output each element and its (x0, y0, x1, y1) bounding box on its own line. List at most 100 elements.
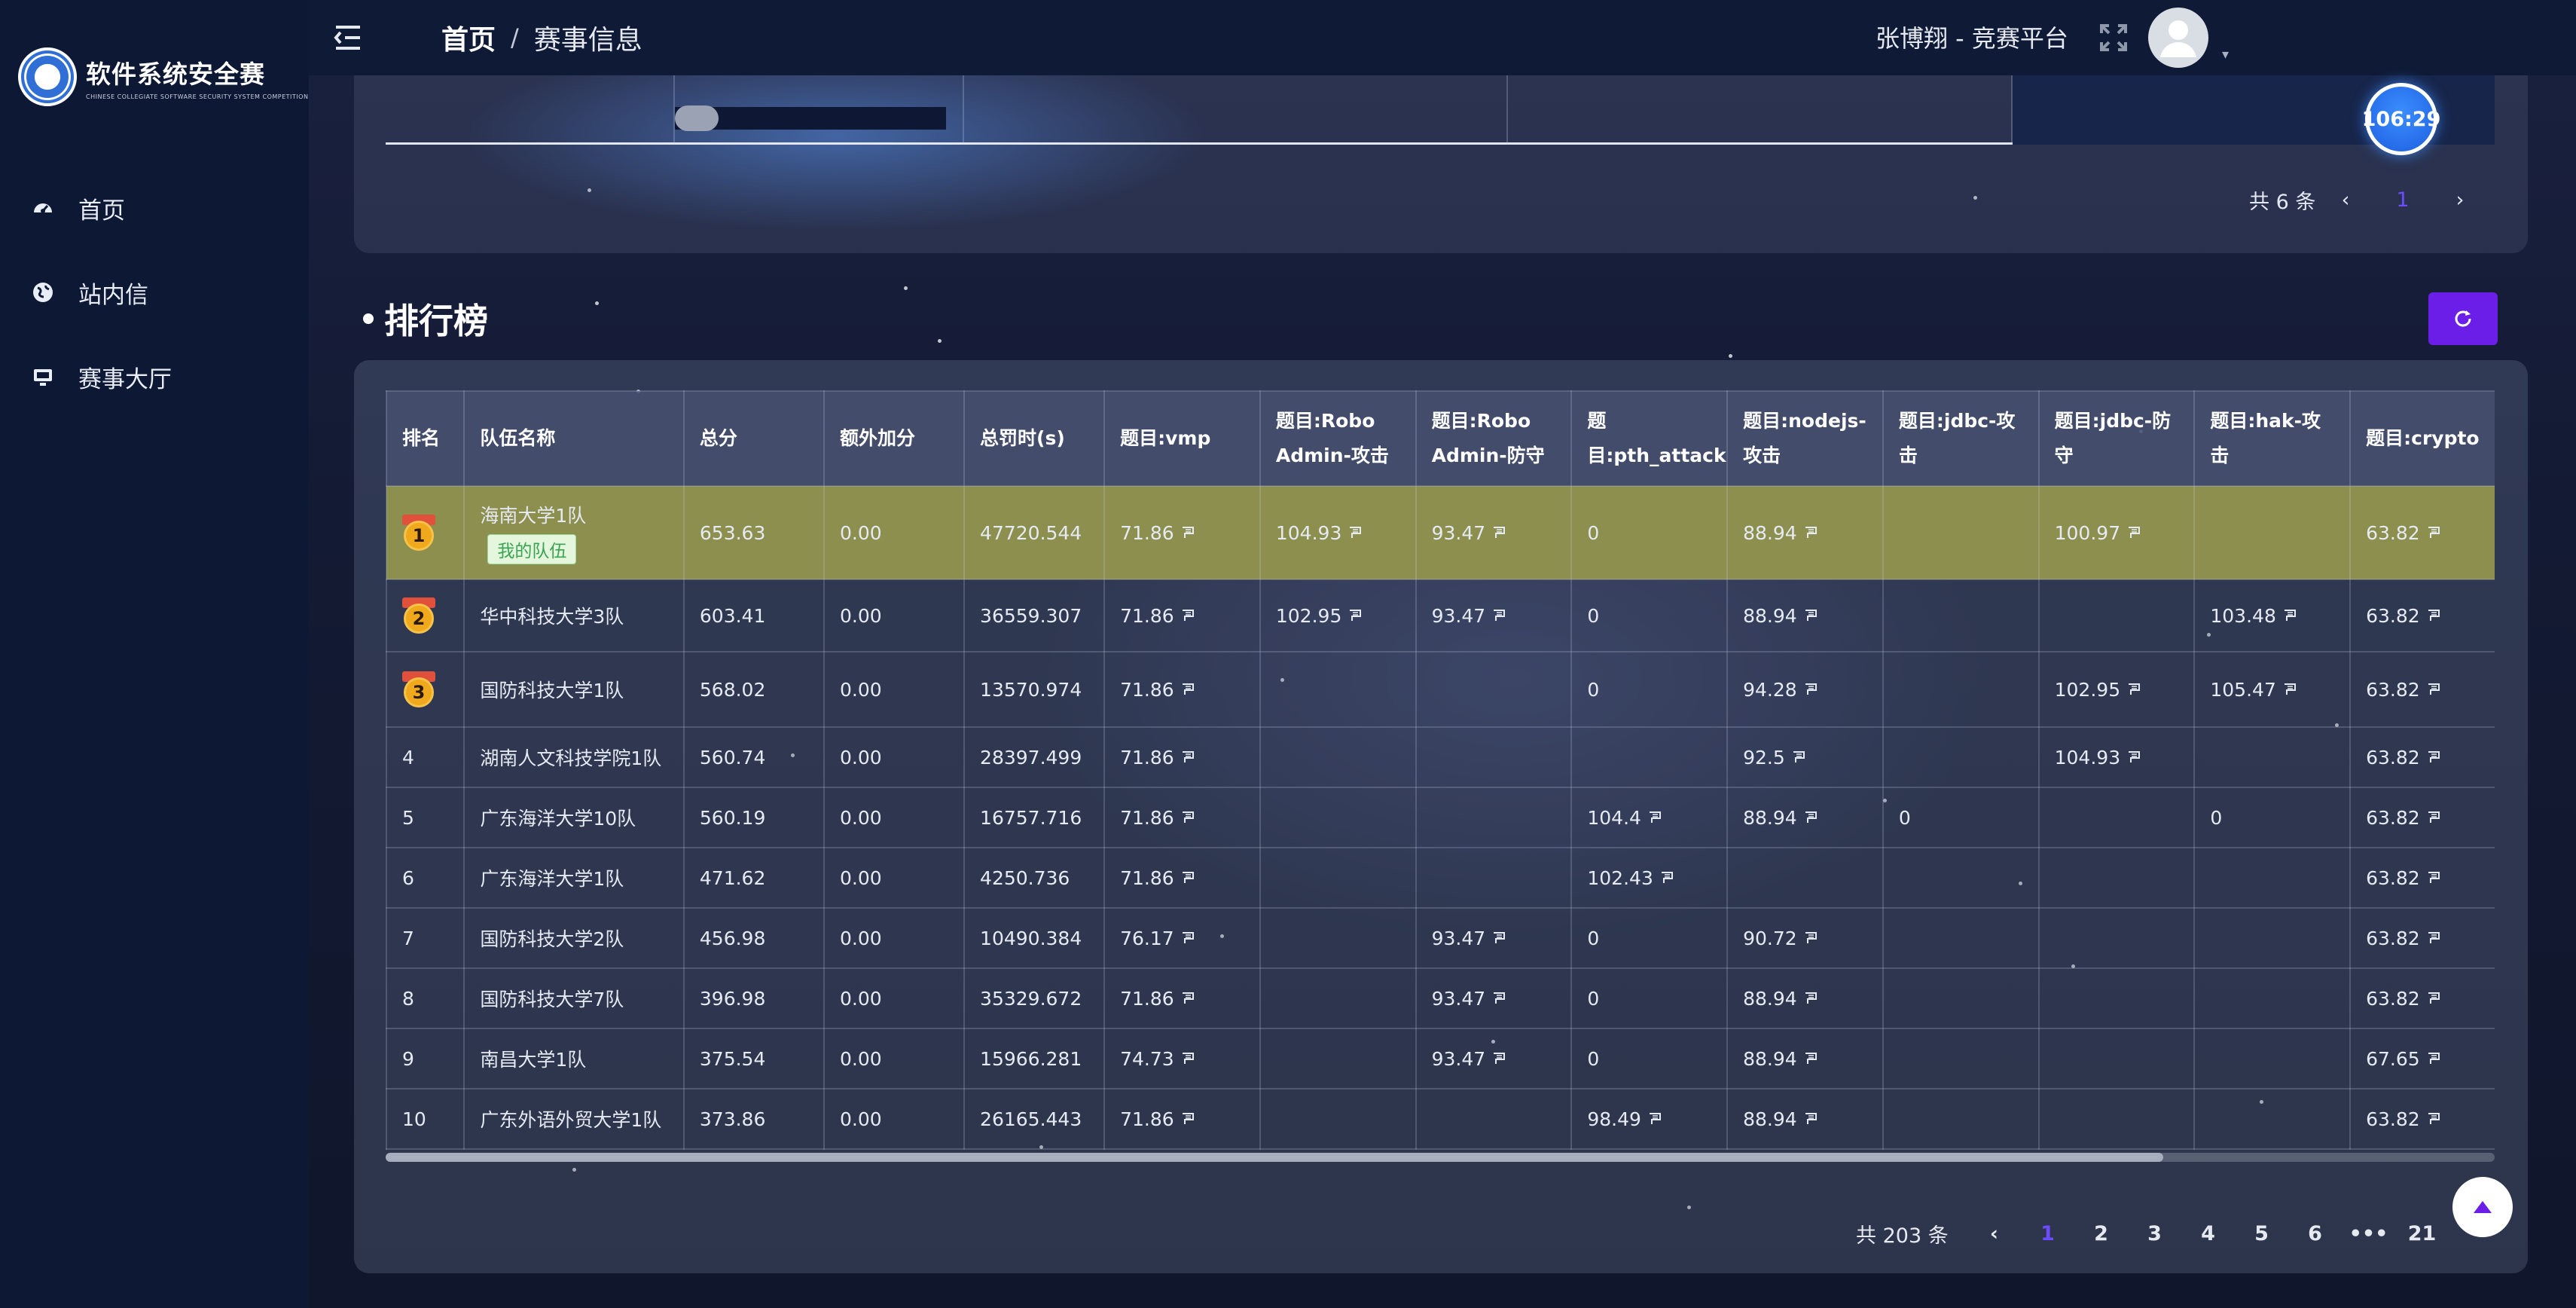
chevron-down-icon[interactable]: ▾ (2222, 47, 2229, 63)
total-score-cell: 603.41 (682, 579, 825, 652)
slider-handle[interactable] (675, 105, 719, 131)
flag-icon (2129, 683, 2141, 695)
challenge-score-cell: 100.97 (2037, 485, 2196, 580)
user-name[interactable]: 张博翔 - 竞赛平台 (1876, 20, 2068, 54)
flag-icon (1805, 932, 1817, 943)
table-row[interactable]: 4 湖南人文科技学院1队 560.74 0.00 28397.499 71.86 92.5 1… (386, 726, 2495, 788)
bonus-cell: 0.00 (823, 651, 966, 728)
sidebar-item-event-hall[interactable]: 赛事大厅 (0, 335, 309, 419)
challenge-score-cell: 104.93 (1259, 485, 1417, 580)
pagination-prev[interactable]: ‹ (1967, 1222, 2021, 1245)
star (1729, 354, 1732, 358)
challenge-score-cell (1259, 1028, 1417, 1089)
table-row[interactable]: 9 南昌大学1队 375.54 0.00 15966.281 74.73 93.47 0 88.… (386, 1028, 2495, 1089)
flag-icon (1182, 932, 1194, 943)
bonus-cell: 0.00 (823, 579, 966, 652)
pagination-ellipsis[interactable]: ••• (2342, 1222, 2395, 1245)
team-name: 海南大学1队 (480, 505, 587, 527)
penalty-cell: 10490.384 (963, 907, 1106, 969)
challenge-score-cell: 71.86 (1103, 847, 1261, 909)
challenge-score-cell (1259, 907, 1417, 969)
table-row[interactable]: 7 国防科技大学2队 456.98 0.00 10490.384 76.17 93.47 0 9… (386, 907, 2495, 969)
pagination-page[interactable]: 5 (2235, 1222, 2288, 1245)
challenge-score-cell: 0 (1570, 907, 1729, 969)
flag-icon (1649, 1113, 1661, 1124)
pagination-page[interactable]: 1 (2374, 188, 2431, 212)
sidebar-item-label: 首页 (78, 197, 125, 225)
pagination-next[interactable]: › (2431, 188, 2489, 212)
flag-icon (1649, 811, 1661, 823)
pagination-page[interactable]: 2 (2074, 1222, 2128, 1245)
leaderboard-table-container[interactable]: 排名 队伍名称 总分 额外加分 总罚时(s) 题目:vmp 题目:Robo Admin-攻击… (386, 390, 2495, 1162)
pagination-page[interactable]: 21 (2395, 1222, 2449, 1245)
total-score-cell: 568.02 (682, 651, 825, 728)
table-row[interactable]: 1 海南大学1队 我的队伍 653.63 0.00 47720.544 71.86 104.9… (386, 485, 2495, 580)
column-header: 题目:pth_attack (1570, 390, 1729, 487)
column-header: 题目:Robo Admin-防守 (1415, 390, 1573, 487)
penalty-cell: 47720.544 (963, 485, 1106, 580)
back-to-top-button[interactable] (2452, 1177, 2513, 1237)
challenge-score-cell: 74.73 (1103, 1028, 1261, 1089)
sidebar-item-label: 赛事大厅 (78, 365, 172, 393)
refresh-icon (2455, 310, 2471, 327)
challenge-score-cell: 63.82 (2349, 726, 2495, 788)
avatar[interactable] (2148, 8, 2208, 68)
total-score-cell: 560.19 (682, 787, 825, 848)
breadcrumb-current: 赛事信息 (533, 25, 642, 56)
challenge-score-cell: 93.47 (1415, 579, 1573, 652)
medal-icon: 2 (402, 597, 435, 634)
pagination-prev[interactable]: ‹ (2317, 188, 2374, 212)
star (904, 286, 908, 290)
challenge-score: 88.94 (1743, 604, 1797, 627)
scrollbar-thumb[interactable] (386, 1153, 2163, 1162)
flag-icon (1805, 610, 1817, 621)
challenge-score-cell (2193, 1088, 2352, 1150)
countdown-timer[interactable]: 106:29 (2362, 83, 2440, 155)
event-info-card (354, 75, 2528, 253)
table-row[interactable]: 10 广东外语外贸大学1队 373.86 0.00 26165.443 71.86 98.4… (386, 1088, 2495, 1150)
table-row[interactable]: 5 广东海洋大学10队 560.19 0.00 16757.716 71.86 104.4 8… (386, 787, 2495, 848)
sidebar-item-home[interactable]: 首页 (0, 166, 309, 250)
progress-slider[interactable] (675, 105, 946, 131)
pagination-page[interactable]: 3 (2128, 1222, 2181, 1245)
flag-icon (1182, 992, 1194, 1004)
logo-subtitle: CHINESE COLLEGIATE SOFTWARE SECURITY SYS… (86, 93, 309, 100)
pagination-total: 共 203 条 (1856, 1224, 1949, 1248)
team-name-cell: 南昌大学1队 (463, 1028, 685, 1089)
refresh-button[interactable] (2428, 292, 2498, 345)
monitor-icon (30, 364, 56, 390)
star (595, 301, 599, 305)
challenge-score-cell (1259, 967, 1417, 1029)
challenge-score-cell: 67.65 (2349, 1028, 2495, 1089)
fullscreen-icon[interactable] (2097, 21, 2130, 54)
team-name-cell: 华中科技大学3队 (463, 579, 685, 652)
menu-collapse-icon[interactable] (331, 21, 365, 54)
challenge-score-cell (1882, 967, 2040, 1029)
star (938, 339, 942, 343)
challenge-score-cell: 92.5 (1726, 726, 1884, 788)
pagination-page[interactable]: 1 (2021, 1222, 2074, 1245)
table-row[interactable]: 3 国防科技大学1队 568.02 0.00 13570.974 71.86 0 94.28 1… (386, 651, 2495, 728)
challenge-score-cell: 102.43 (1570, 847, 1729, 909)
column-header: 额外加分 (823, 390, 966, 487)
pagination-page[interactable]: 6 (2288, 1222, 2342, 1245)
logo-title: 软件系统安全赛 (86, 59, 265, 89)
challenge-score: 88.94 (1743, 1047, 1797, 1070)
breadcrumb-home[interactable]: 首页 (441, 18, 496, 57)
pagination-page[interactable]: 4 (2181, 1222, 2235, 1245)
challenge-score-cell (2037, 1028, 2196, 1089)
horizontal-scrollbar[interactable] (386, 1153, 2495, 1162)
challenge-score-cell: 71.86 (1103, 1088, 1261, 1150)
table-row[interactable]: 2 华中科技大学3队 603.41 0.00 36559.307 71.86 102.95 9… (386, 579, 2495, 652)
challenge-score-cell (1726, 847, 1884, 909)
challenge-score: 103.48 (2210, 604, 2276, 627)
challenge-score-cell (2193, 1028, 2352, 1089)
challenge-score-cell: 63.82 (2349, 787, 2495, 848)
challenge-score: 93.47 (1431, 604, 1486, 627)
table-row[interactable]: 6 广东海洋大学1队 471.62 0.00 4250.736 71.86 102.43 63… (386, 847, 2495, 909)
table-row[interactable]: 8 国防科技大学7队 396.98 0.00 35329.672 71.86 93.47 0 8… (386, 967, 2495, 1029)
challenge-score-cell: 71.86 (1103, 967, 1261, 1029)
challenge-score-cell (1882, 651, 2040, 728)
app-logo[interactable]: S 软件系统安全赛 CHINESE COLLEGIATE SOFTWARE SE… (18, 47, 308, 107)
sidebar-item-messages[interactable]: 站内信 (0, 250, 309, 335)
